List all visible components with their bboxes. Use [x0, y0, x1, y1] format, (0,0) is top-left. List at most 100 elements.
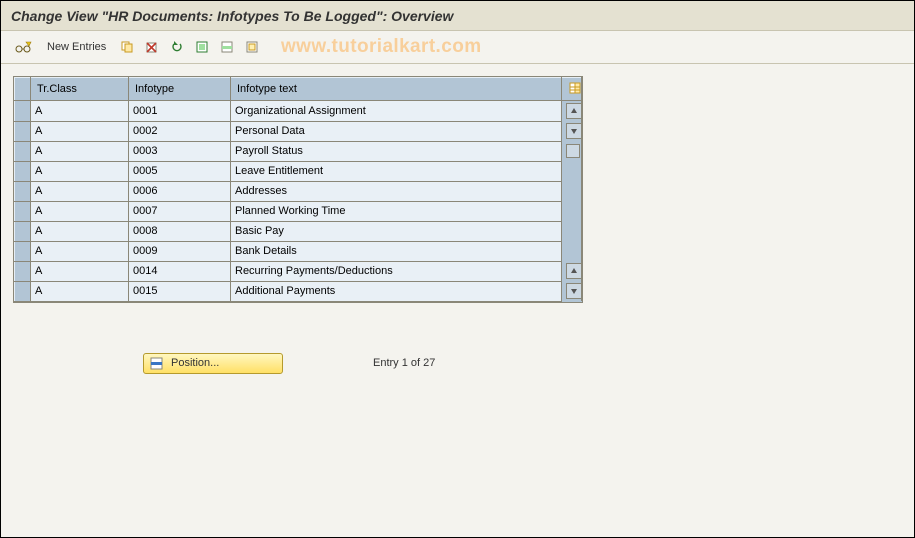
position-label: Position...: [171, 357, 219, 369]
row-selector[interactable]: [15, 221, 31, 241]
cell-trclass[interactable]: A: [31, 101, 129, 122]
cell-infotype[interactable]: 0007: [129, 201, 231, 221]
row-selector[interactable]: [15, 261, 31, 281]
scroll-track: [562, 181, 582, 201]
scroll-track: [562, 241, 582, 261]
cell-trclass[interactable]: A: [31, 221, 129, 241]
table-row: A0003Payroll Status: [15, 141, 582, 161]
select-block-button[interactable]: [216, 37, 238, 57]
copy-as-button[interactable]: [116, 37, 138, 57]
table-row: A0005Leave Entitlement: [15, 161, 582, 181]
table-row: A0009Bank Details: [15, 241, 582, 261]
cell-trclass[interactable]: A: [31, 141, 129, 161]
cell-trclass[interactable]: A: [31, 201, 129, 221]
cell-infotype[interactable]: 0006: [129, 181, 231, 201]
row-selector[interactable]: [15, 141, 31, 161]
row-selector[interactable]: [15, 181, 31, 201]
cell-trclass[interactable]: A: [31, 121, 129, 141]
row-selector[interactable]: [15, 201, 31, 221]
cell-infotype[interactable]: 0008: [129, 221, 231, 241]
scroll-track: [562, 221, 582, 241]
cell-infotype-text[interactable]: Addresses: [231, 181, 562, 201]
row-selector[interactable]: [15, 121, 31, 141]
cell-trclass[interactable]: A: [31, 281, 129, 301]
cell-infotype-text[interactable]: Basic Pay: [231, 221, 562, 241]
cell-trclass[interactable]: A: [31, 181, 129, 201]
scroll-thumb[interactable]: [566, 144, 580, 158]
footer-bar: Position... Entry 1 of 27: [143, 353, 902, 374]
cell-infotype-text[interactable]: Recurring Payments/Deductions: [231, 261, 562, 281]
new-entries-button[interactable]: New Entries: [40, 38, 113, 56]
cell-trclass[interactable]: A: [31, 261, 129, 281]
content-area: Tr.Class Infotype Infotype text: [1, 64, 914, 386]
table-row: A0001Organizational Assignment: [15, 101, 582, 122]
cell-infotype[interactable]: 0002: [129, 121, 231, 141]
cell-infotype-text[interactable]: Personal Data: [231, 121, 562, 141]
chevron-up-icon: [570, 107, 578, 115]
chevron-down-icon: [570, 287, 578, 295]
toolbar: New Entries: [1, 31, 914, 64]
scroll-track: [562, 161, 582, 181]
cell-infotype[interactable]: 0005: [129, 161, 231, 181]
infotype-table: Tr.Class Infotype Infotype text: [14, 77, 582, 302]
table-header-row: Tr.Class Infotype Infotype text: [15, 78, 582, 101]
table-row: A0008Basic Pay: [15, 221, 582, 241]
table-config-button[interactable]: [562, 78, 582, 101]
page-title-text: Change View "HR Documents: Infotypes To …: [11, 8, 453, 24]
scroll-down-button[interactable]: [566, 123, 582, 139]
select-all-button[interactable]: [191, 37, 213, 57]
copy-icon: [120, 40, 134, 54]
cell-infotype-text[interactable]: Additional Payments: [231, 281, 562, 301]
cell-infotype-text[interactable]: Leave Entitlement: [231, 161, 562, 181]
cell-infotype[interactable]: 0009: [129, 241, 231, 261]
scroll-track: [562, 201, 582, 221]
cell-infotype[interactable]: 0001: [129, 101, 231, 122]
toggle-display-change-button[interactable]: [11, 37, 37, 57]
cell-infotype-text[interactable]: Planned Working Time: [231, 201, 562, 221]
deselect-all-button[interactable]: [241, 37, 263, 57]
undo-change-button[interactable]: [166, 37, 188, 57]
pencil-glasses-icon: [15, 40, 33, 54]
undo-icon: [170, 40, 184, 54]
row-selector-header[interactable]: [15, 78, 31, 101]
table-row: A0014Recurring Payments/Deductions: [15, 261, 582, 281]
col-header-infotype[interactable]: Infotype: [129, 78, 231, 101]
chevron-up-icon: [570, 267, 578, 275]
table-settings-icon: [568, 81, 582, 95]
cell-infotype-text[interactable]: Bank Details: [231, 241, 562, 261]
scroll-up-button[interactable]: [566, 263, 582, 279]
cell-trclass[interactable]: A: [31, 161, 129, 181]
row-selector[interactable]: [15, 101, 31, 122]
infotype-table-wrap: Tr.Class Infotype Infotype text: [13, 76, 583, 303]
table-row: A0015Additional Payments: [15, 281, 582, 301]
table-row: A0006Addresses: [15, 181, 582, 201]
row-selector[interactable]: [15, 281, 31, 301]
cell-infotype[interactable]: 0003: [129, 141, 231, 161]
delete-icon: [145, 40, 159, 54]
cell-infotype[interactable]: 0015: [129, 281, 231, 301]
cell-trclass[interactable]: A: [31, 241, 129, 261]
cell-infotype-text[interactable]: Payroll Status: [231, 141, 562, 161]
entry-counter: Entry 1 of 27: [373, 357, 435, 369]
cell-infotype-text[interactable]: Organizational Assignment: [231, 101, 562, 122]
col-header-trclass[interactable]: Tr.Class: [31, 78, 129, 101]
cell-infotype[interactable]: 0014: [129, 261, 231, 281]
position-icon: [150, 357, 163, 370]
position-button[interactable]: Position...: [143, 353, 283, 374]
page-title: Change View "HR Documents: Infotypes To …: [1, 1, 914, 31]
delete-button[interactable]: [141, 37, 163, 57]
select-block-icon: [220, 40, 234, 54]
watermark-text: www.tutorialkart.com: [281, 36, 482, 58]
row-selector[interactable]: [15, 241, 31, 261]
table-row: A0002Personal Data: [15, 121, 582, 141]
col-header-infotype-text[interactable]: Infotype text: [231, 78, 562, 101]
scroll-down-button[interactable]: [566, 283, 582, 299]
app-window: Change View "HR Documents: Infotypes To …: [0, 0, 915, 538]
new-entries-label: New Entries: [47, 41, 106, 53]
select-all-icon: [195, 40, 209, 54]
deselect-all-icon: [245, 40, 259, 54]
table-row: A0007Planned Working Time: [15, 201, 582, 221]
scroll-up-button[interactable]: [566, 103, 582, 119]
chevron-down-icon: [570, 127, 578, 135]
row-selector[interactable]: [15, 161, 31, 181]
